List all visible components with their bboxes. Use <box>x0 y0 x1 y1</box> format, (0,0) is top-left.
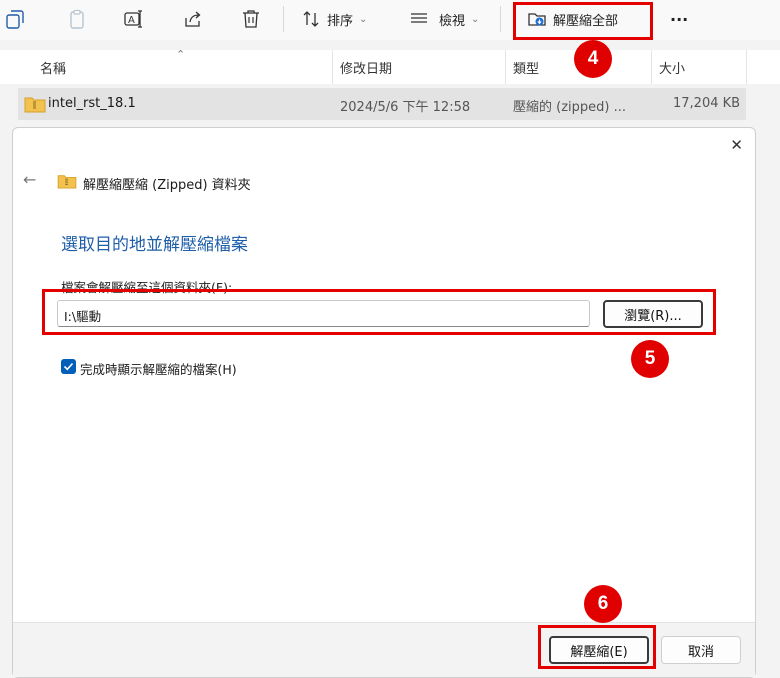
cancel-button[interactable]: 取消 <box>661 636 741 664</box>
file-row[interactable]: intel_rst_18.1 2024/5/6 下午 12:58 壓縮的 (zi… <box>18 88 746 120</box>
dialog-nav-title: 解壓縮壓縮 (Zipped) 資料夾 <box>83 178 251 193</box>
view-label: 檢視 <box>439 13 466 29</box>
column-divider[interactable] <box>651 50 652 84</box>
delete-button[interactable] <box>240 5 262 33</box>
more-options-button[interactable]: ··· <box>670 5 688 33</box>
toolbar-divider <box>283 6 284 32</box>
extract-dialog: ✕ ← 解壓縮壓縮 (Zipped) 資料夾 選取目的地並解壓縮檔案 檔案會解壓… <box>12 127 756 678</box>
paste-button[interactable] <box>66 5 88 33</box>
clipboard-icon <box>66 8 88 30</box>
step-badge-4: 4 <box>574 40 612 78</box>
column-modified[interactable]: 修改日期 <box>340 58 392 77</box>
column-divider[interactable] <box>746 50 747 84</box>
back-arrow-icon[interactable]: ← <box>23 170 36 189</box>
file-modified: 2024/5/6 下午 12:58 <box>340 100 471 115</box>
share-icon <box>182 8 204 30</box>
trash-icon <box>240 8 262 30</box>
highlight-box-path <box>42 289 716 335</box>
step-badge-5: 5 <box>631 340 669 378</box>
highlight-box-extract <box>538 625 656 669</box>
chevron-down-icon: ⌄ <box>471 13 480 25</box>
view-button[interactable]: 檢視 ⌄ <box>409 5 479 33</box>
zip-folder-icon <box>24 95 46 117</box>
copy-button[interactable] <box>4 5 26 33</box>
close-button[interactable]: ✕ <box>730 136 743 154</box>
toolbar-divider <box>500 6 501 32</box>
column-type[interactable]: 類型 <box>513 58 539 77</box>
share-button[interactable] <box>182 5 204 33</box>
zip-folder-icon <box>57 173 77 193</box>
column-divider[interactable] <box>332 50 333 84</box>
dialog-heading: 選取目的地並解壓縮檔案 <box>61 235 248 255</box>
rename-button[interactable]: A <box>123 5 145 33</box>
sort-ascending-icon: ⌃ <box>176 48 186 61</box>
show-files-label[interactable]: 完成時顯示解壓縮的檔案(H) <box>80 359 237 378</box>
view-list-icon <box>409 9 429 29</box>
file-size: 17,204 KB <box>673 96 741 111</box>
command-bar: A 排序 ⌄ 檢視 ⌄ 解壓縮全部 ··· <box>0 0 780 40</box>
column-header: 名稱 ⌃ 修改日期 類型 大小 <box>0 48 780 84</box>
file-name: intel_rst_18.1 <box>48 96 136 111</box>
sort-button[interactable]: 排序 ⌄ <box>301 5 367 33</box>
column-divider[interactable] <box>505 50 506 84</box>
show-files-checkbox[interactable] <box>61 359 76 374</box>
column-size[interactable]: 大小 <box>659 58 685 77</box>
more-icon: ··· <box>670 9 689 29</box>
sort-icon <box>301 9 321 29</box>
sort-label: 排序 <box>327 13 354 29</box>
copy-icon <box>4 8 26 30</box>
step-badge-6: 6 <box>584 585 622 623</box>
highlight-box-extract-all <box>513 2 653 40</box>
file-type: 壓縮的 (zipped) ... <box>513 100 626 115</box>
chevron-down-icon: ⌄ <box>359 13 368 25</box>
rename-icon: A <box>123 8 145 30</box>
svg-text:A: A <box>128 15 135 26</box>
column-name[interactable]: 名稱 <box>40 58 66 77</box>
checkmark-icon <box>63 362 74 371</box>
